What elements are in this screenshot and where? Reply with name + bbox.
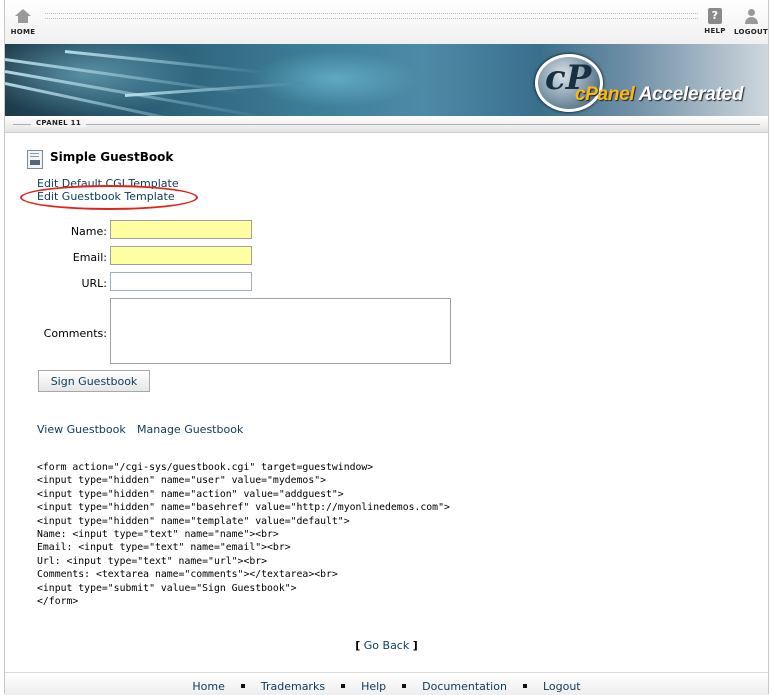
nav-divider-dots [45, 13, 698, 19]
version-bar: CPANEL 11 [5, 116, 768, 133]
footer-separator [240, 683, 245, 688]
logout-label: LOGOUT [733, 28, 769, 36]
page-title: Simple GuestBook [50, 150, 174, 164]
name-label: Name: [70, 225, 107, 238]
top-navigation: HOME ? HELP LOGOUT [5, 0, 768, 44]
sign-guestbook-button[interactable]: Sign Guestbook [38, 370, 150, 392]
name-input[interactable] [110, 220, 252, 239]
footer-home-link[interactable]: Home [192, 680, 224, 693]
logo-suffix: Accelerated [634, 84, 744, 105]
banner-cable-graphic [124, 81, 305, 97]
logo-brand: cPanel [575, 84, 635, 105]
person-icon [743, 9, 759, 25]
footer-documentation-link[interactable]: Documentation [422, 680, 507, 693]
footer-links: Home Trademarks Help Documentation Logout [5, 680, 768, 693]
home-button[interactable]: HOME [5, 8, 41, 36]
cpanel-logo-text: cPanel Accelerated [575, 84, 743, 106]
open-bracket: [ [355, 639, 361, 652]
page-icon-line [30, 153, 39, 154]
footer-separator [402, 683, 407, 688]
footer-trademarks-link[interactable]: Trademarks [261, 680, 325, 693]
version-label: CPANEL 11 [31, 119, 87, 127]
footer-separator [522, 683, 527, 688]
go-back-link[interactable]: Go Back [364, 639, 409, 652]
edit-guestbook-template-link[interactable]: Edit Guestbook Template [37, 190, 175, 203]
version-bar-line [13, 124, 760, 125]
go-back-row: [ Go Back ] [5, 639, 768, 652]
email-input[interactable] [110, 246, 252, 265]
footer-bar: Home Trademarks Help Documentation Logout [5, 672, 768, 695]
footer-separator [341, 683, 346, 688]
question-icon: ? [708, 8, 722, 24]
logout-button[interactable]: LOGOUT [733, 8, 769, 36]
comments-label: Comments: [43, 327, 107, 340]
page-icon-tag [30, 160, 40, 165]
help-label: HELP [704, 27, 726, 35]
header-banner: cP cPanel Accelerated [5, 44, 768, 116]
comments-textarea[interactable] [110, 298, 451, 364]
page-icon-line [30, 156, 39, 157]
view-guestbook-link[interactable]: View Guestbook [37, 423, 126, 436]
email-label: Email: [72, 251, 107, 264]
manage-guestbook-link[interactable]: Manage Guestbook [137, 423, 243, 436]
footer-help-link[interactable]: Help [361, 680, 386, 693]
footer-logout-link[interactable]: Logout [543, 680, 581, 693]
page-frame: HOME ? HELP LOGOUT cP cPanel Accelerated… [4, 0, 769, 695]
html-code-sample: <form action="/cgi-sys/guestbook.cgi" ta… [37, 462, 450, 608]
home-label: HOME [10, 28, 36, 36]
cgi-page-icon [27, 150, 43, 169]
url-label: URL: [81, 277, 107, 290]
house-icon [15, 9, 31, 25]
url-input[interactable] [110, 272, 252, 291]
close-bracket: ] [412, 639, 418, 652]
help-button[interactable]: ? HELP [697, 8, 733, 35]
edit-cgi-template-link[interactable]: Edit Default CGI Template [37, 177, 179, 190]
